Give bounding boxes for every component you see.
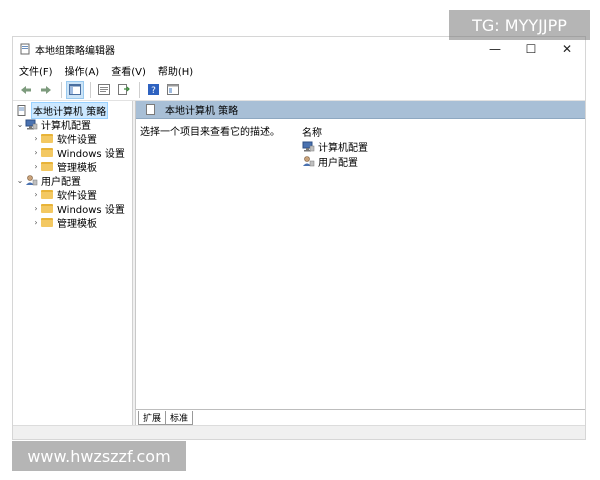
- policy-document-icon: [146, 104, 155, 115]
- tree-computer-software[interactable]: › 软件设置: [13, 131, 132, 146]
- folder-icon: [41, 161, 53, 171]
- forward-button[interactable]: [37, 81, 55, 99]
- help-button[interactable]: ?: [144, 81, 162, 99]
- folder-icon: [41, 147, 53, 157]
- tree-pane[interactable]: 本地计算机 策略 ⌄ 计算机配置 › 软件设置 › Windows 设置 › 管…: [13, 101, 133, 425]
- toolbar-separator: [61, 81, 62, 98]
- toolbar-separator: [139, 81, 140, 98]
- main-area: 本地计算机 策略 ⌄ 计算机配置 › 软件设置 › Windows 设置 › 管…: [13, 101, 585, 425]
- status-bar: [13, 425, 585, 439]
- help-icon: ?: [147, 84, 159, 95]
- export-list-button[interactable]: [115, 81, 133, 99]
- menu-help[interactable]: 帮助(H): [158, 63, 193, 78]
- tab-extended[interactable]: 扩展: [138, 411, 167, 425]
- collapsed-chevron-icon[interactable]: ›: [31, 204, 41, 213]
- list-item-label: 用户配置: [318, 158, 358, 169]
- list-item-label: 计算机配置: [318, 143, 368, 154]
- tab-standard[interactable]: 标准: [165, 411, 194, 425]
- back-button[interactable]: [17, 81, 35, 99]
- policy-document-icon: [17, 104, 26, 116]
- minimize-button[interactable]: —: [477, 37, 513, 61]
- show-hide-tree-button[interactable]: [66, 80, 84, 99]
- menu-file[interactable]: 文件(F): [19, 63, 53, 78]
- watermark-bottom: www.hwzszzf.com: [12, 441, 186, 471]
- details-pane: 本地计算机 策略 选择一个项目来查看它的描述。 名称 计算机配置 用户配置 扩展…: [136, 101, 585, 425]
- back-icon: [21, 85, 31, 94]
- view-button[interactable]: [164, 81, 182, 99]
- toolbar: ?: [13, 79, 585, 101]
- toolbar-separator: [90, 81, 91, 98]
- collapsed-chevron-icon[interactable]: ›: [31, 134, 41, 143]
- tree-item-label: 软件设置: [57, 134, 97, 146]
- details-header-title: 本地计算机 策略: [165, 106, 239, 117]
- tree-item-label: 管理模板: [57, 162, 97, 174]
- tree-computer-admin[interactable]: › 管理模板: [13, 159, 132, 174]
- tree-computer-config[interactable]: ⌄ 计算机配置: [13, 117, 132, 132]
- view-tabs: 扩展 标准: [136, 409, 585, 425]
- menu-bar: 文件(F) 操作(A) 查看(V) 帮助(H): [13, 61, 585, 79]
- collapsed-chevron-icon[interactable]: ›: [31, 218, 41, 227]
- tree-item-label: 软件设置: [57, 190, 97, 202]
- tree-user-config-label: 用户配置: [41, 176, 81, 188]
- tree-user-admin[interactable]: › 管理模板: [13, 215, 132, 230]
- user-config-icon: [26, 174, 38, 185]
- computer-config-icon: [302, 141, 315, 152]
- tree-item-label: 管理模板: [57, 218, 97, 230]
- tree-user-windows[interactable]: › Windows 设置: [13, 201, 132, 216]
- column-header-name[interactable]: 名称: [300, 123, 581, 139]
- app-window: 本地组策略编辑器 — ☐ ✕ 文件(F) 操作(A) 查看(V) 帮助(H) ?…: [12, 36, 586, 440]
- menu-view[interactable]: 查看(V): [111, 63, 146, 78]
- tree-user-config[interactable]: ⌄ 用户配置: [13, 173, 132, 188]
- user-config-icon: [303, 156, 315, 167]
- computer-config-icon: [25, 119, 38, 129]
- list-item-user-config[interactable]: 用户配置: [300, 154, 581, 169]
- close-button[interactable]: ✕: [549, 37, 585, 61]
- svg-text:?: ?: [151, 86, 156, 95]
- export-list-icon: [118, 84, 130, 95]
- details-header: 本地计算机 策略: [136, 101, 585, 119]
- tree-computer-config-label: 计算机配置: [41, 120, 91, 132]
- expanded-chevron-icon[interactable]: ⌄: [15, 120, 25, 129]
- expanded-chevron-icon[interactable]: ⌄: [15, 176, 25, 185]
- tree-root[interactable]: 本地计算机 策略: [13, 101, 132, 119]
- watermark-top: TG: MYYJJPP: [449, 10, 590, 40]
- details-body: 选择一个项目来查看它的描述。 名称 计算机配置 用户配置: [136, 119, 585, 409]
- menu-action[interactable]: 操作(A): [65, 63, 100, 78]
- view-icon: [167, 84, 179, 95]
- window-title: 本地组策略编辑器: [35, 45, 115, 57]
- show-hide-tree-icon: [69, 84, 81, 95]
- collapsed-chevron-icon[interactable]: ›: [31, 190, 41, 199]
- folder-icon: [41, 133, 53, 143]
- folder-icon: [41, 189, 53, 199]
- collapsed-chevron-icon[interactable]: ›: [31, 162, 41, 171]
- description-text: 选择一个项目来查看它的描述。: [140, 127, 280, 138]
- folder-icon: [41, 203, 53, 213]
- tree-item-label: Windows 设置: [57, 204, 125, 216]
- policy-editor-icon: [20, 43, 30, 55]
- items-list: 名称 计算机配置 用户配置: [296, 119, 585, 409]
- folder-icon: [41, 217, 53, 227]
- collapsed-chevron-icon[interactable]: ›: [31, 148, 41, 157]
- maximize-button[interactable]: ☐: [513, 37, 549, 61]
- properties-icon: [98, 84, 110, 95]
- title-bar[interactable]: 本地组策略编辑器 — ☐ ✕: [13, 37, 585, 61]
- tree-user-software[interactable]: › 软件设置: [13, 187, 132, 202]
- tree-item-label: Windows 设置: [57, 148, 125, 160]
- tree-computer-windows[interactable]: › Windows 设置: [13, 145, 132, 160]
- forward-icon: [41, 85, 51, 94]
- properties-button[interactable]: [95, 81, 113, 99]
- list-item-computer-config[interactable]: 计算机配置: [300, 139, 581, 154]
